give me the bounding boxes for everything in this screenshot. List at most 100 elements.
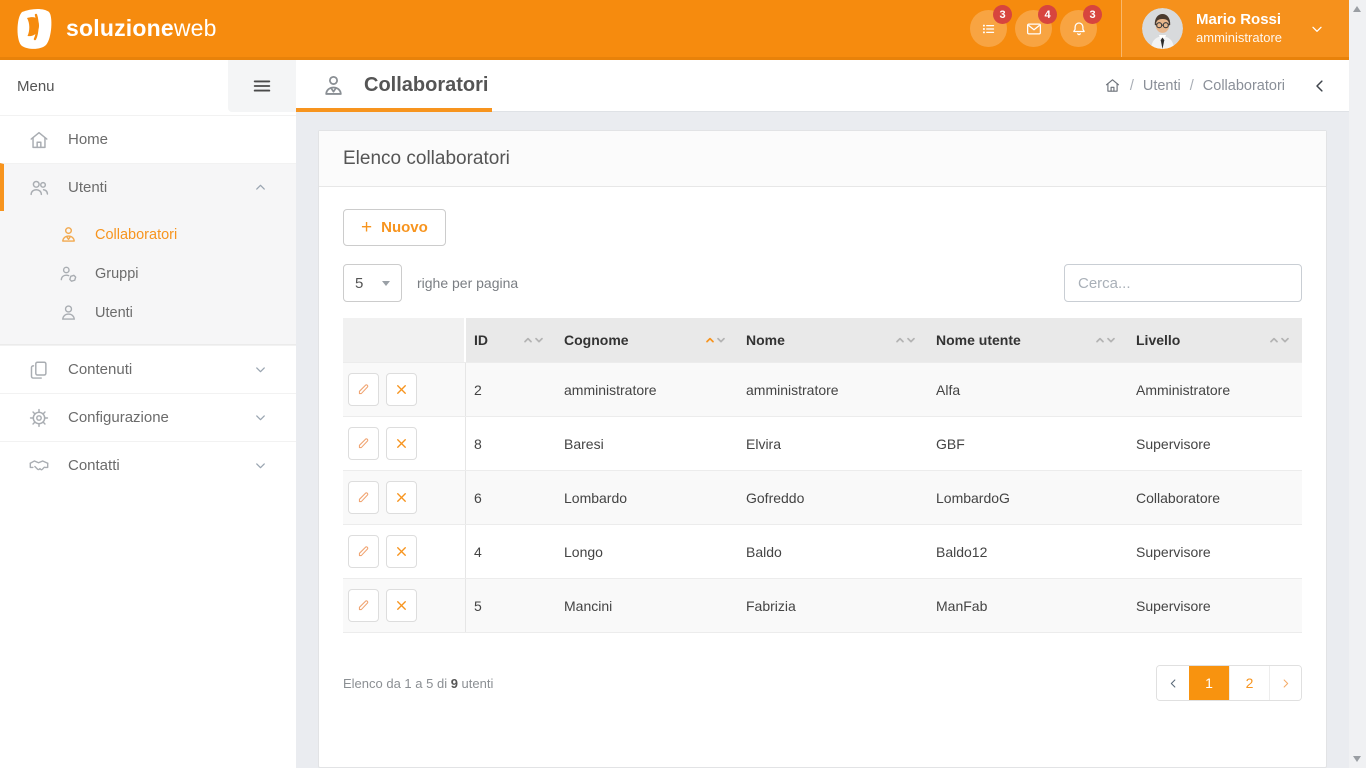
sort-icons xyxy=(705,335,726,345)
edit-button[interactable] xyxy=(348,481,379,514)
column-header-livello[interactable]: Livello xyxy=(1128,318,1302,362)
sort-desc-icon xyxy=(716,335,726,345)
home-icon[interactable] xyxy=(1104,77,1121,94)
cell-nome-utente: GBF xyxy=(928,417,1128,470)
close-icon xyxy=(394,382,409,397)
pencil-icon xyxy=(356,598,371,613)
cell-nome: Gofreddo xyxy=(738,471,928,524)
alerts-button[interactable]: 3 xyxy=(1060,10,1097,47)
sidebar-nav: Home Utenti Collaboratori Gruppi Utent xyxy=(0,115,296,489)
new-collaborator-button[interactable]: + Nuovo xyxy=(343,209,446,246)
submenu-item-label: Gruppi xyxy=(95,266,139,282)
close-icon xyxy=(394,436,409,451)
search-input[interactable] xyxy=(1064,264,1302,302)
breadcrumb-utenti[interactable]: Utenti xyxy=(1143,78,1181,94)
cell-livello: Amministratore xyxy=(1128,363,1302,416)
sidebar-item-contenuti[interactable]: Contenuti xyxy=(0,345,296,393)
column-header-cognome[interactable]: Cognome xyxy=(556,318,738,362)
edit-button[interactable] xyxy=(348,373,379,406)
active-tab-underline xyxy=(296,108,492,112)
cell-cognome: Baresi xyxy=(556,417,738,470)
sidebar-header: Menu xyxy=(0,60,296,112)
delete-button[interactable] xyxy=(386,373,417,406)
cell-nome-utente: Alfa xyxy=(928,363,1128,416)
close-icon xyxy=(394,544,409,559)
delete-button[interactable] xyxy=(386,481,417,514)
sort-icons xyxy=(1095,335,1116,345)
sort-icons xyxy=(1269,335,1290,345)
page-button-2[interactable]: 2 xyxy=(1229,666,1269,700)
messages-button[interactable]: 4 xyxy=(1015,10,1052,47)
sidebar-item-configurazione[interactable]: Configurazione xyxy=(0,393,296,441)
collaborator-icon xyxy=(320,72,347,99)
alerts-count-badge: 3 xyxy=(1083,5,1102,24)
edit-button[interactable] xyxy=(348,589,379,622)
utenti-submenu: Collaboratori Gruppi Utenti xyxy=(0,211,296,345)
delete-button[interactable] xyxy=(386,535,417,568)
breadcrumb-collapse-button[interactable] xyxy=(1311,75,1333,97)
handshake-icon xyxy=(28,455,50,477)
delete-button[interactable] xyxy=(386,427,417,460)
user-menu[interactable]: Mario Rossi amministratore xyxy=(1121,0,1349,57)
sort-desc-icon xyxy=(1280,335,1290,345)
breadcrumb: / Utenti / Collaboratori xyxy=(1104,77,1285,94)
sort-icons xyxy=(895,335,916,345)
vertical-scrollbar[interactable] xyxy=(1349,0,1366,768)
pencil-icon xyxy=(356,382,371,397)
sidebar-item-contatti[interactable]: Contatti xyxy=(0,441,296,489)
column-header-id[interactable]: ID xyxy=(466,318,556,362)
scroll-down-arrow[interactable] xyxy=(1353,756,1361,762)
cell-livello: Supervisore xyxy=(1128,417,1302,470)
table-row: 8 Baresi Elvira GBF Supervisore xyxy=(343,416,1302,470)
tasks-button[interactable]: 3 xyxy=(970,10,1007,47)
pencil-icon xyxy=(356,544,371,559)
column-header-nome-utente[interactable]: Nome utente xyxy=(928,318,1128,362)
home-icon xyxy=(28,129,50,151)
user-tag-icon xyxy=(58,263,79,284)
chevron-left-icon xyxy=(1311,77,1329,95)
topbar-right: 3 4 3 Mario Rossi amministratore xyxy=(970,0,1349,57)
row-actions xyxy=(343,363,466,416)
rows-per-page-select[interactable]: 5 xyxy=(343,264,402,302)
previous-page-button[interactable] xyxy=(1157,666,1189,700)
sidebar-item-label: Configurazione xyxy=(68,409,169,426)
cell-nome: Baldo xyxy=(738,525,928,578)
main-area: Collaboratori / Utenti / Collaboratori E… xyxy=(296,60,1349,768)
brand-wordmark: soluzioneweb xyxy=(66,15,217,42)
cell-id: 2 xyxy=(466,363,556,416)
scroll-up-arrow[interactable] xyxy=(1353,6,1361,12)
sidebar-item-utenti[interactable]: Utenti xyxy=(0,163,296,211)
page-button-1[interactable]: 1 xyxy=(1189,666,1229,700)
sidebar-item-label: Contatti xyxy=(68,457,120,474)
sort-asc-icon xyxy=(1095,335,1105,345)
pencil-icon xyxy=(356,490,371,505)
sidebar-item-utenti-sub[interactable]: Utenti xyxy=(0,293,296,332)
cell-nome: Fabrizia xyxy=(738,579,928,632)
sidebar-item-home[interactable]: Home xyxy=(0,115,296,163)
edit-button[interactable] xyxy=(348,535,379,568)
delete-button[interactable] xyxy=(386,589,417,622)
table-header-row: ID Cognome xyxy=(343,318,1302,362)
edit-button[interactable] xyxy=(348,427,379,460)
pages-icon xyxy=(28,359,50,381)
sort-asc-icon xyxy=(523,335,533,345)
breadcrumb-collaboratori[interactable]: Collaboratori xyxy=(1203,78,1285,94)
chevron-down-icon xyxy=(253,458,268,473)
card-header: Elenco collaboratori xyxy=(319,131,1326,187)
column-header-nome[interactable]: Nome xyxy=(738,318,928,362)
next-page-button[interactable] xyxy=(1269,666,1301,700)
sort-asc-icon xyxy=(1269,335,1279,345)
chevron-left-icon xyxy=(1167,677,1180,690)
users-icon xyxy=(28,177,50,199)
brand-logo[interactable]: soluzioneweb xyxy=(0,7,217,51)
chevron-up-icon xyxy=(253,180,268,195)
cell-nome-utente: ManFab xyxy=(928,579,1128,632)
rows-per-page-value: 5 xyxy=(355,275,363,292)
cell-id: 4 xyxy=(466,525,556,578)
sidebar-toggle-button[interactable] xyxy=(228,60,296,112)
sidebar: Menu Home Utenti Collaboratori xyxy=(0,60,296,768)
sidebar-item-gruppi[interactable]: Gruppi xyxy=(0,254,296,293)
sidebar-item-collaboratori[interactable]: Collaboratori xyxy=(0,215,296,254)
close-icon xyxy=(394,490,409,505)
user-icon xyxy=(58,302,79,323)
